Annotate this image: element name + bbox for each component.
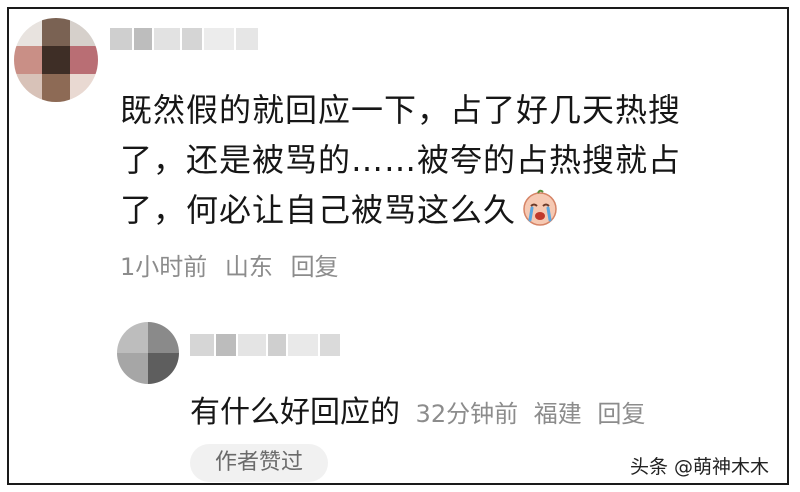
- replier-name-blurred[interactable]: [190, 334, 350, 356]
- comment-text: 既然假的就回应一下，占了好几天热搜 了，还是被骂的……被夸的占热搜就占 了，何必…: [120, 85, 760, 241]
- reply-text: 有什么好回应的: [190, 395, 400, 430]
- reply-row: 有什么好回应的 32分钟前 福建 回复: [190, 387, 653, 431]
- comment-line-2: 了，还是被骂的……被夸的占热搜就占: [120, 141, 682, 179]
- reply-meta: 32分钟前 福建 回复: [416, 400, 654, 428]
- reply-location: 福建: [533, 400, 582, 428]
- watermark: 头条 @萌神木木: [630, 456, 770, 478]
- crying-face-emoji-icon: [520, 187, 560, 241]
- commenter-avatar[interactable]: [14, 18, 98, 102]
- comment-location: 山东: [224, 253, 273, 281]
- reply-time: 32分钟前: [415, 400, 519, 428]
- comment-line-3: 了，何必让自己被骂这么久: [120, 185, 760, 241]
- replier-avatar[interactable]: [117, 322, 179, 384]
- comment-line-1: 既然假的就回应一下，占了好几天热搜: [120, 91, 682, 129]
- comment-meta: 1小时前 山东 回复: [120, 247, 349, 282]
- reply-reply-button[interactable]: 回复: [597, 400, 645, 428]
- comment-time: 1小时前: [120, 253, 208, 281]
- comment-reply-button[interactable]: 回复: [291, 253, 339, 281]
- comment-line-3-text: 了，何必让自己被骂这么久: [120, 191, 517, 229]
- author-liked-badge: 作者赞过: [190, 444, 328, 482]
- commenter-name-blurred[interactable]: [110, 28, 270, 50]
